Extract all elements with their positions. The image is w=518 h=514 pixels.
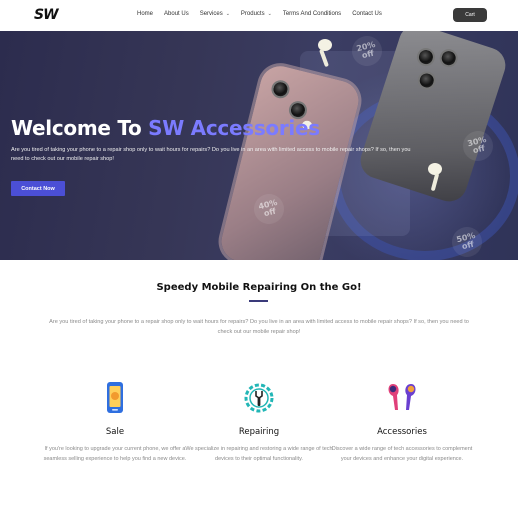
section-title: Speedy Mobile Repairing On the Go! (156, 282, 362, 293)
feature-text: We specialize in repairing and restoring… (185, 446, 333, 462)
nav-item-label: Products (240, 11, 265, 17)
nav-item-label: About Us (164, 11, 189, 17)
hero-title-prefix: Welcome To (11, 116, 142, 140)
discount-word: off (471, 143, 486, 156)
nav-item-label: Terms And Conditions (282, 11, 342, 17)
chevron-down-icon: ⌄ (267, 11, 272, 17)
main-menu: Home About Us Services ⌄ Products ⌄ Terms … (137, 11, 393, 17)
nav-item-terms[interactable]: Terms And Conditions (283, 11, 341, 17)
camera-lens-icon (437, 46, 461, 70)
hero-description: Are you tired of taking your phone to a … (11, 147, 411, 162)
hero-banner: 20% off 30% off 40% off 50% off Welcome … (0, 31, 518, 260)
discount-word: off (262, 206, 277, 219)
feature-title: Accessories (377, 427, 427, 437)
smartphone-icon (97, 380, 133, 416)
feature-title: Repairing (238, 427, 280, 437)
wrench-gear-icon (241, 380, 277, 416)
earbuds-icon (384, 380, 420, 416)
hero-title: Welcome To SW Accessories (11, 116, 320, 140)
camera-lens-icon (414, 45, 438, 69)
feature-text: Discover a wide range of tech accessorie… (331, 446, 473, 462)
section-divider (249, 300, 268, 302)
feature-accessories: Accessories Discover a wide range of tec… (327, 380, 477, 464)
discount-word: off (460, 239, 475, 252)
camera-lens-icon (415, 69, 439, 92)
nav-item-label: Services (199, 11, 223, 17)
hero-title-accent: SW Accessories (148, 116, 320, 140)
contact-now-button[interactable]: Contact Now (11, 181, 65, 196)
nav-item-home[interactable]: Home (137, 11, 153, 17)
nav-item-about-us[interactable]: About Us (164, 11, 189, 17)
nav-item-contact-us[interactable]: Contact Us (352, 11, 382, 17)
feature-sale: Sale If you're looking to upgrade your c… (40, 380, 190, 464)
nav-item-products[interactable]: Products ⌄ (241, 11, 272, 17)
discount-word: off (360, 48, 375, 61)
cart-button[interactable]: Cart (453, 8, 487, 22)
feature-title: Sale (105, 427, 125, 437)
top-navbar: SW Home About Us Services ⌄ Products ⌄ Ter… (0, 0, 518, 31)
feature-text: If you're looking to upgrade your curren… (43, 446, 187, 462)
chevron-down-icon: ⌄ (225, 11, 230, 17)
nav-item-label: Contact Us (352, 11, 382, 17)
nav-item-label: Home (137, 11, 154, 17)
feature-repairing: Repairing We specialize in repairing and… (184, 380, 334, 464)
camera-lens-icon (269, 78, 292, 101)
nav-item-services[interactable]: Services ⌄ (200, 11, 230, 17)
section-description: Are you tired of taking your phone to a … (49, 319, 469, 335)
site-logo[interactable]: SW (34, 7, 59, 23)
